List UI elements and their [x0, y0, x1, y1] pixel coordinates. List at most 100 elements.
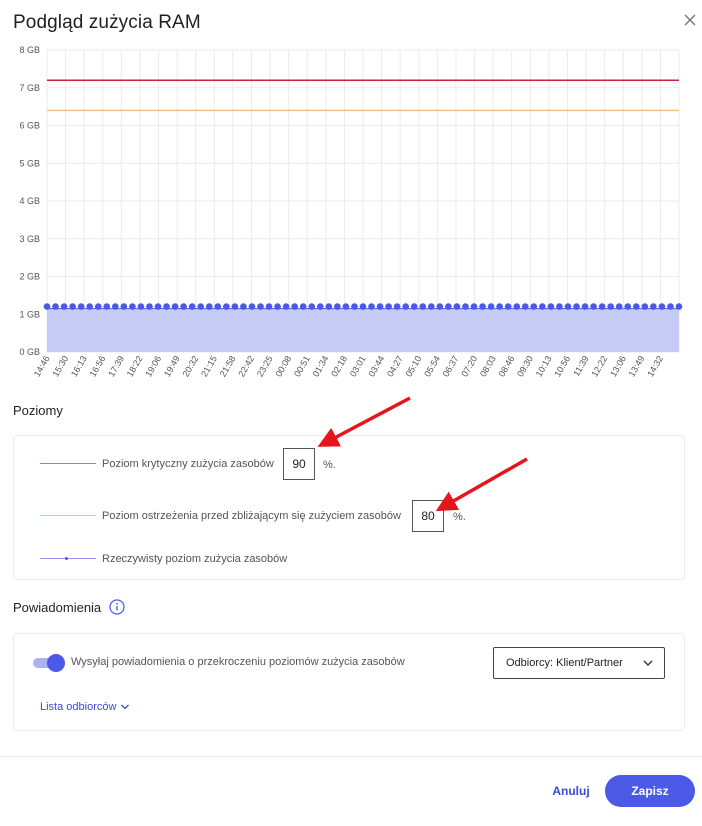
usage-point: [103, 303, 111, 310]
x-tick-label: 16:13: [69, 354, 89, 379]
usage-point: [154, 303, 162, 310]
notifications-toggle[interactable]: [33, 654, 65, 672]
warning-level-input[interactable]: [412, 500, 444, 532]
usage-point: [419, 303, 427, 310]
usage-point: [171, 303, 179, 310]
usage-point: [43, 303, 51, 310]
usage-point: [60, 303, 68, 310]
x-tick-label: 03:01: [348, 354, 368, 379]
usage-point: [556, 303, 563, 310]
usage-point: [69, 303, 76, 310]
y-tick-label: 2 GB: [19, 272, 40, 282]
x-tick-label: 07:20: [459, 354, 479, 379]
y-tick-label: 3 GB: [19, 234, 40, 244]
x-tick-label: 23:25: [255, 354, 275, 379]
x-tick-label: 04:27: [385, 354, 405, 379]
usage-point: [282, 303, 290, 310]
y-tick-label: 1 GB: [19, 309, 40, 319]
usage-point: [163, 303, 170, 310]
usage-point: [667, 303, 674, 310]
x-tick-label: 19:49: [162, 354, 182, 379]
usage-point: [129, 303, 136, 310]
usage-point: [539, 303, 546, 310]
x-tick-label: 01:34: [311, 354, 331, 379]
critical-unit: %.: [323, 459, 336, 471]
notifications-heading: Powiadomienia: [13, 600, 102, 615]
y-tick-label: 0 GB: [19, 347, 40, 357]
usage-point: [624, 303, 632, 310]
usage-point: [205, 303, 213, 310]
x-tick-label: 14:46: [32, 354, 52, 379]
recipients-list-link[interactable]: Lista odbiorców: [40, 701, 130, 713]
x-tick-label: 03:44: [366, 354, 386, 379]
usage-point: [402, 303, 410, 310]
usage-point: [650, 303, 657, 310]
x-tick-label: 09:30: [515, 354, 535, 379]
x-tick-label: 16:56: [88, 354, 108, 379]
usage-point: [598, 303, 606, 310]
critical-level-label: Poziom krytyczny zużycia zasobów: [102, 458, 274, 470]
usage-point: [487, 303, 495, 310]
x-tick-label: 22:42: [236, 354, 256, 379]
usage-point: [410, 303, 418, 310]
x-tick-label: 02:18: [329, 354, 349, 379]
notifications-toggle-label: Wysyłaj powiadomienia o przekroczeniu po…: [71, 656, 405, 668]
x-tick-label: 13:49: [627, 354, 647, 379]
warning-line-swatch: [40, 510, 96, 522]
usage-point: [120, 303, 128, 310]
legend-critical: Poziom krytyczny zużycia zasobów: [40, 458, 274, 470]
recipients-select-value: Odbiorcy: Klient/Partner: [506, 657, 623, 669]
critical-line-swatch: [40, 458, 96, 470]
x-tick-label: 11:39: [571, 354, 591, 378]
usage-point: [334, 303, 341, 310]
x-tick-label: 10:56: [552, 354, 572, 379]
usage-point: [615, 303, 623, 310]
recipients-list-label: Lista odbiorców: [40, 701, 117, 713]
usage-area: [47, 308, 679, 352]
x-tick-label: 05:10: [404, 354, 424, 379]
usage-point: [445, 303, 452, 310]
usage-point: [496, 303, 503, 310]
y-tick-label: 5 GB: [19, 158, 40, 168]
usage-point: [86, 303, 94, 310]
x-tick-label: 08:03: [478, 354, 498, 379]
critical-level-input[interactable]: [283, 448, 315, 480]
actual-line-swatch: [40, 553, 96, 565]
usage-point: [368, 303, 375, 310]
usage-point: [274, 303, 281, 310]
x-tick-label: 17:39: [106, 354, 126, 379]
usage-point: [223, 303, 230, 310]
chevron-down-icon: [643, 660, 653, 666]
y-tick-label: 6 GB: [19, 121, 40, 131]
save-button[interactable]: Zapisz: [605, 775, 695, 807]
usage-point: [675, 303, 683, 310]
recipients-select[interactable]: Odbiorcy: Klient/Partner: [493, 647, 665, 679]
usage-point: [214, 303, 222, 310]
legend-actual: Rzeczywisty poziom zużycia zasobów: [40, 553, 287, 565]
usage-point: [385, 303, 392, 310]
info-icon[interactable]: [109, 599, 125, 615]
usage-point: [632, 303, 640, 310]
legend-warning: Poziom ostrzeżenia przed zbliżającym się…: [40, 510, 401, 522]
close-icon[interactable]: [680, 10, 700, 30]
levels-heading: Poziomy: [13, 403, 63, 418]
x-tick-label: 08:46: [497, 354, 517, 379]
x-tick-label: 00:08: [273, 354, 293, 379]
usage-point: [325, 303, 333, 310]
usage-point: [351, 303, 358, 310]
x-tick-label: 21:15: [199, 354, 219, 379]
usage-point: [188, 303, 196, 310]
usage-point: [231, 303, 239, 310]
cancel-button[interactable]: Anuluj: [545, 776, 597, 806]
usage-point: [291, 303, 298, 310]
toggle-knob: [47, 654, 65, 672]
usage-point: [581, 303, 589, 310]
warning-level-label: Poziom ostrzeżenia przed zbliżającym się…: [102, 510, 401, 522]
usage-point: [52, 303, 59, 310]
usage-point: [393, 303, 401, 310]
x-tick-label: 12:22: [589, 354, 609, 379]
usage-point: [299, 303, 307, 310]
usage-point: [641, 303, 649, 310]
x-tick-label: 19:06: [143, 354, 163, 379]
footer-divider: [0, 756, 702, 757]
